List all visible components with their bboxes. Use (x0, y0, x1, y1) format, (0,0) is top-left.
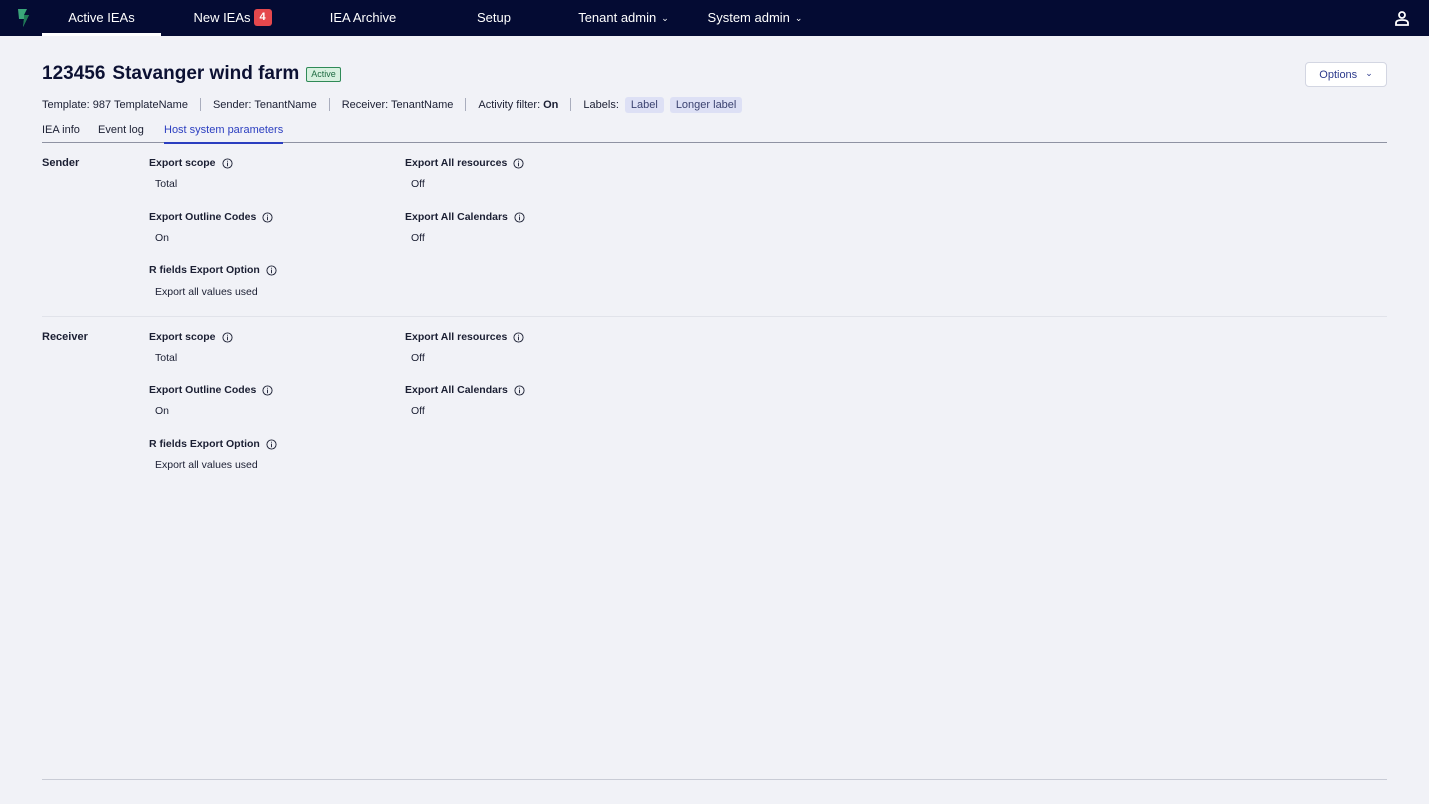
field-label-text: Export Outline Codes (149, 211, 257, 223)
field-label-text: Export scope (149, 157, 216, 169)
nav-new-ieas[interactable]: New IEAs 4 (180, 0, 285, 36)
nav-active-ieas-label: Active IEAs (68, 10, 135, 25)
iea-name: Stavanger wind farm (112, 63, 300, 84)
sender-info: Sender: TenantName (212, 98, 317, 111)
chevron-down-icon: ⌄ (1365, 68, 1373, 78)
field-label-text: Export Outline Codes (149, 384, 257, 396)
field-label-text: Export All Calendars (405, 384, 508, 396)
field-label-text: R fields Export Option (149, 438, 260, 450)
activity-filter: Activity filter: On (478, 99, 558, 111)
field-r-fields-export-option-value: Export all values used (155, 459, 258, 471)
field-export-all-calendars-label: Export All Calendars (405, 211, 525, 223)
meta-divider (199, 98, 201, 111)
tab-iea-info[interactable]: IEA info (42, 124, 80, 143)
chevron-down-icon: ⌄ (794, 13, 803, 23)
field-export-scope-label: Export scope (149, 157, 233, 169)
field-label-text: Export All resources (405, 157, 508, 169)
receiver-info: Receiver: TenantName (341, 98, 454, 111)
nav-setup-label: Setup (477, 10, 511, 25)
field-export-outline-codes-label: Export Outline Codes (149, 211, 273, 223)
nav-system-admin-dropdown[interactable]: System admin ⌄ (697, 0, 813, 36)
meta-divider (328, 98, 330, 111)
app-logo-icon[interactable] (15, 7, 33, 29)
field-r-fields-export-option-label: R fields Export Option (149, 438, 277, 450)
field-export-all-calendars-value: Off (411, 405, 425, 417)
field-export-outline-codes-value: On (155, 232, 170, 244)
field-export-scope-label: Export scope (149, 331, 233, 343)
field-r-fields-export-option-value: Export all values used (155, 286, 258, 298)
options-button-label: Options (1319, 68, 1358, 81)
field-export-all-resources-value: Off (411, 352, 425, 364)
iea-id: 123456 (42, 63, 106, 84)
user-profile-icon[interactable] (1394, 10, 1410, 26)
field-export-all-resources-label: Export All resources (405, 157, 524, 169)
info-icon[interactable] (266, 438, 277, 450)
field-export-all-resources-label: Export All resources (405, 331, 524, 343)
meta-divider (465, 98, 467, 111)
tab-host-system-parameters[interactable]: Host system parameters (164, 124, 284, 144)
labels-label: Labels: (583, 98, 619, 111)
activity-filter-label: Activity filter: (478, 98, 541, 111)
nav-tenant-admin-label: Tenant admin (578, 10, 657, 25)
field-export-all-calendars-label: Export All Calendars (405, 384, 525, 396)
activity-filter-value: On (543, 98, 559, 111)
field-export-all-calendars-value: Off (411, 232, 425, 244)
top-navigation-bar: Active IEAs New IEAs 4 IEA Archive Setup … (0, 0, 1429, 36)
nav-setup[interactable]: Setup (465, 0, 523, 36)
new-ieas-count-badge: 4 (253, 9, 272, 27)
template-info: Template: 987 TemplateName (42, 98, 188, 111)
nav-new-ieas-label: New IEAs (193, 10, 251, 25)
field-label-text: Export All Calendars (405, 211, 508, 223)
info-icon[interactable] (221, 331, 233, 343)
label-chip[interactable]: Longer label (669, 96, 743, 113)
field-label-text: R fields Export Option (149, 264, 260, 276)
nav-iea-archive-label: IEA Archive (329, 10, 397, 25)
section-title-sender: Sender (42, 157, 80, 169)
info-icon[interactable] (514, 384, 525, 396)
info-icon[interactable] (514, 211, 525, 223)
status-badge: Active (306, 66, 341, 82)
field-export-all-resources-value: Off (411, 178, 425, 190)
field-label-text: Export scope (149, 331, 216, 343)
info-icon[interactable] (266, 264, 277, 276)
labels-group: Labels: Label Longer label (583, 96, 743, 113)
info-icon[interactable] (513, 157, 524, 169)
label-chip[interactable]: Label (624, 96, 664, 113)
iea-metadata-row: Template: 987 TemplateName Sender: Tenan… (42, 96, 743, 113)
info-icon[interactable] (262, 211, 273, 223)
nav-system-admin-label: System admin (707, 10, 790, 25)
section-title-receiver: Receiver (42, 331, 88, 343)
field-export-outline-codes-value: On (155, 405, 170, 417)
field-export-scope-value: Total (155, 352, 178, 364)
nav-tenant-admin-dropdown[interactable]: Tenant admin ⌄ (566, 0, 681, 36)
field-label-text: Export All resources (405, 331, 508, 343)
field-export-scope-value: Total (155, 178, 178, 190)
info-icon[interactable] (221, 157, 233, 169)
info-icon[interactable] (262, 384, 273, 396)
meta-divider (570, 98, 572, 111)
options-dropdown-button[interactable]: Options ⌄ (1305, 62, 1387, 87)
chevron-down-icon: ⌄ (661, 13, 669, 23)
footer-divider (42, 779, 1387, 780)
tab-bar: IEA info Event log Host system parameter… (42, 120, 1387, 144)
field-r-fields-export-option-label: R fields Export Option (149, 264, 277, 276)
section-divider (42, 316, 1387, 317)
nav-iea-archive[interactable]: IEA Archive (315, 0, 411, 36)
tab-event-log[interactable]: Event log (98, 124, 144, 143)
field-export-outline-codes-label: Export Outline Codes (149, 384, 273, 396)
nav-active-ieas[interactable]: Active IEAs (42, 0, 161, 36)
info-icon[interactable] (513, 331, 524, 343)
page-title: 123456 Stavanger wind farm Active (42, 63, 341, 85)
